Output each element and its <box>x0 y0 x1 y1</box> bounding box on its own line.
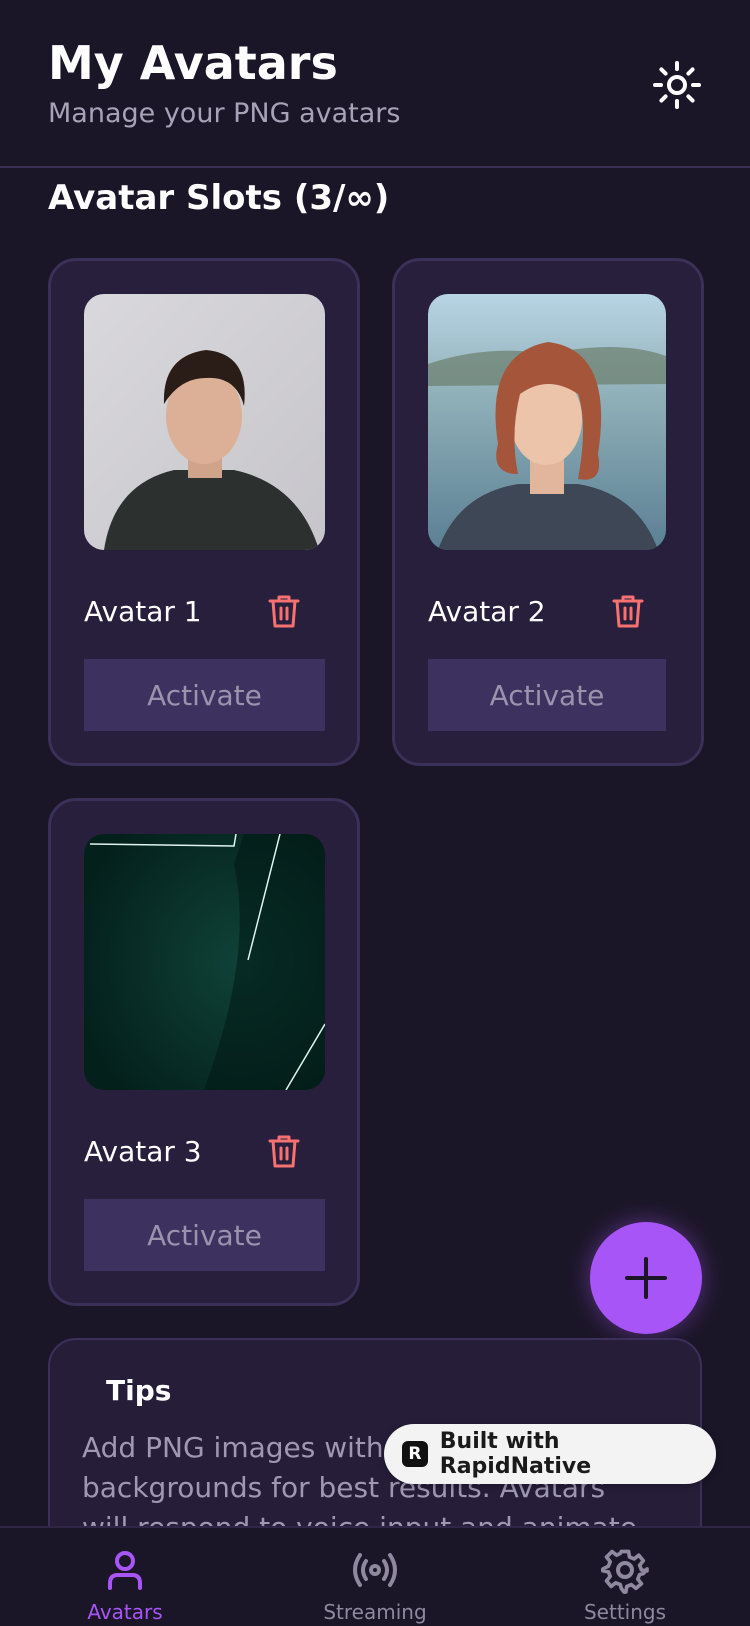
user-icon <box>108 1551 142 1590</box>
tab-streaming[interactable]: Streaming <box>300 1528 450 1626</box>
tab-label: Settings <box>583 1600 667 1624</box>
add-avatar-button[interactable] <box>590 1222 702 1334</box>
avatar-card: Avatar 3 Activate <box>48 798 360 1306</box>
avatar-image[interactable] <box>84 834 325 1090</box>
avatar-image[interactable] <box>84 294 325 550</box>
bottom-tab-bar: Avatars Streaming Settings <box>0 1526 750 1626</box>
header: My Avatars Manage your PNG avatars <box>0 0 750 168</box>
theme-toggle-button[interactable] <box>652 60 702 110</box>
avatar-name: Avatar 3 <box>84 1135 202 1168</box>
delete-button[interactable] <box>267 593 301 629</box>
badge-label: Built with RapidNative <box>439 1429 592 1479</box>
trash-icon <box>268 1135 300 1168</box>
tips-title: Tips <box>106 1374 172 1407</box>
sun-icon <box>653 61 701 109</box>
section-title: Avatar Slots (3/∞) <box>48 178 390 218</box>
tab-label: Streaming <box>323 1600 427 1624</box>
gear-icon <box>601 1549 649 1594</box>
rapidnative-logo-icon: R <box>402 1441 428 1467</box>
avatar-name: Avatar 2 <box>428 595 546 628</box>
page-subtitle: Manage your PNG avatars <box>48 98 401 129</box>
page-title: My Avatars <box>48 36 338 90</box>
avatar-image[interactable] <box>428 294 666 550</box>
tab-avatars[interactable]: Avatars <box>50 1528 200 1626</box>
trash-icon <box>268 595 300 628</box>
built-with-badge[interactable]: R Built with RapidNative <box>384 1424 716 1484</box>
activate-button[interactable]: Activate <box>84 659 325 731</box>
activate-button[interactable]: Activate <box>84 1199 325 1271</box>
avatar-card: Avatar 1 Activate <box>48 258 360 766</box>
avatar-name: Avatar 1 <box>84 595 202 628</box>
plus-icon <box>625 1257 667 1299</box>
activate-button[interactable]: Activate <box>428 659 666 731</box>
tab-label: Avatars <box>87 1600 163 1624</box>
delete-button[interactable] <box>267 1133 301 1169</box>
tab-settings[interactable]: Settings <box>550 1528 700 1626</box>
broadcast-icon <box>353 1553 397 1587</box>
trash-icon <box>612 595 644 628</box>
avatar-card: Avatar 2 Activate <box>392 258 704 766</box>
delete-button[interactable] <box>611 593 645 629</box>
